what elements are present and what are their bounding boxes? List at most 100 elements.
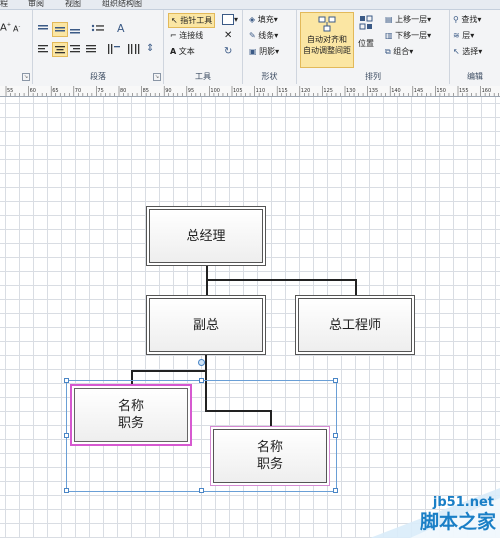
arrange-group: 自动对齐和 自动调整间距 位置 ▤ 上移一层▾ ▥ 下移一层▾ ⧉ 组合▾ 排列	[297, 10, 450, 84]
indent-icon[interactable]	[107, 43, 121, 55]
org-box-inner: 总工程师	[298, 298, 412, 352]
bullets-icon[interactable]	[91, 24, 105, 34]
shadow-button[interactable]: ▣ 阴影▾	[249, 46, 279, 57]
shrink-font-icon[interactable]: A-	[13, 24, 20, 34]
resize-handle[interactable]	[199, 378, 204, 383]
resize-handle[interactable]	[64, 378, 69, 383]
ruler-tick-label: 130	[346, 88, 356, 94]
org-box-name: 名称	[256, 440, 283, 455]
layer-label: 层	[462, 31, 471, 40]
org-box-chief-engineer[interactable]: 总工程师	[295, 295, 415, 355]
ruler-tick-label: 125	[323, 88, 333, 94]
paragraph-dialog-launcher-icon[interactable]: ↘	[153, 73, 161, 81]
auto-align-label-2: 自动调整间距	[303, 46, 351, 55]
org-box-title: 职务	[117, 416, 144, 431]
rectangle-shape-button[interactable]: ▾	[222, 14, 238, 25]
align-right-icon[interactable]	[69, 44, 81, 54]
ruler-scale: 55 60 65 70 75 80 85 90 95 100 105 110 115 120 125 130 1…	[5, 86, 499, 96]
text-tool-button[interactable]: A 文本	[170, 46, 195, 57]
tools-group-label: 工具	[195, 72, 211, 81]
group-button[interactable]: ⧉ 组合▾	[385, 46, 413, 57]
tab-view[interactable]: 视图	[65, 0, 81, 9]
line-button[interactable]: ✎ 线条▾	[249, 30, 278, 41]
layer-button[interactable]: ≋ 层▾	[453, 30, 474, 41]
grow-font-icon[interactable]: A+	[0, 22, 11, 33]
org-box-staff-2[interactable]: 名称 职务	[210, 426, 330, 486]
tab-org-chart[interactable]: 组织结构图	[102, 0, 142, 9]
ruler-tick-label: 80	[120, 88, 126, 94]
resize-handle[interactable]	[199, 488, 204, 493]
org-box-label: 总经理	[186, 228, 226, 244]
org-box-label: 副总	[192, 317, 219, 333]
ruler-tick-label: 70	[75, 88, 81, 94]
auto-align-label-1: 自动对齐和	[307, 35, 347, 44]
ruler-tick-label: 65	[52, 88, 58, 94]
edit-group: ⚲ 查找▾ ≋ 层▾ ↖ 选择▾ 编辑	[450, 10, 500, 84]
ruler-tick-label: 85	[143, 88, 149, 94]
resize-handle[interactable]	[64, 488, 69, 493]
select-button[interactable]: ↖ 选择▾	[453, 46, 482, 57]
justify-icon[interactable]	[85, 44, 97, 54]
ruler-tick-label: 140	[391, 88, 401, 94]
fill-icon: ◈	[249, 15, 256, 24]
position-button[interactable]: 位置	[358, 14, 374, 49]
select-icon: ↖	[453, 47, 460, 56]
ribbon-tabs: 程 审阅 视图 组织结构图	[0, 0, 500, 10]
org-box-general-manager[interactable]: 总经理	[146, 206, 266, 266]
org-box-staff-1[interactable]: 名称 职务	[70, 384, 192, 446]
bring-forward-icon: ▤	[385, 15, 393, 24]
pointer-tool-button[interactable]: ↖ 指针工具	[168, 13, 216, 28]
bring-forward-label: 上移一层	[395, 15, 428, 24]
send-backward-button[interactable]: ▥ 下移一层▾	[385, 30, 431, 41]
resize-handle[interactable]	[333, 433, 338, 438]
org-box-inner: 名称 职务	[213, 429, 327, 483]
pointer-tool-label: 指针工具	[180, 16, 213, 25]
connector-line[interactable]	[206, 279, 356, 281]
font-group: A+ A- ↘	[0, 10, 33, 84]
align-left-icon[interactable]	[37, 44, 49, 54]
close-x-icon[interactable]: ✕	[224, 30, 232, 41]
connector-button[interactable]: ⌐ 连接线	[170, 30, 203, 41]
watermark: jb51.net 脚本之家	[350, 488, 500, 538]
connector-line[interactable]	[206, 265, 208, 297]
align-middle-icon[interactable]	[52, 22, 68, 37]
find-label: 查找	[461, 15, 478, 24]
rotation-handle[interactable]	[198, 359, 205, 366]
ruler-tick-label: 105	[233, 88, 243, 94]
resize-handle[interactable]	[64, 433, 69, 438]
position-icon	[359, 15, 373, 30]
ruler-tick-label: 160	[482, 88, 492, 94]
tab-review[interactable]: 审阅	[28, 0, 44, 9]
paragraph-spacing-icon[interactable]: ⇕	[146, 43, 154, 54]
rotate-icon[interactable]: ↻	[224, 46, 232, 57]
ruler-tick-label: 145	[414, 88, 424, 94]
align-bottom-icon[interactable]	[69, 24, 81, 34]
text-direction-icon[interactable]: A	[117, 22, 125, 35]
ruler-tick-label: 135	[369, 88, 379, 94]
drawing-canvas[interactable]: 总经理 副总 总工程师 名称 职务 名称 职务 jb51.net 脚本之家	[0, 97, 500, 538]
select-label: 选择	[462, 47, 479, 56]
org-box-name: 名称	[117, 399, 144, 414]
org-box-inner: 副总	[149, 298, 263, 352]
align-center-icon[interactable]	[52, 42, 68, 57]
shape-group: ◈ 填充▾ ✎ 线条▾ ▣ 阴影▾ 形状	[243, 10, 297, 84]
align-top-icon[interactable]	[37, 24, 49, 34]
connector-line[interactable]	[131, 370, 207, 372]
resize-handle[interactable]	[333, 488, 338, 493]
font-dialog-launcher-icon[interactable]: ↘	[22, 73, 30, 81]
ruler-tick-label: 100	[210, 88, 220, 94]
outdent-icon[interactable]	[127, 43, 141, 55]
layers-icon: ≋	[453, 31, 460, 40]
org-box-vice-president[interactable]: 副总	[146, 295, 266, 355]
bring-forward-button[interactable]: ▤ 上移一层▾	[385, 14, 431, 25]
ruler-tick-label: 90	[165, 88, 171, 94]
tab-program[interactable]: 程	[0, 0, 8, 9]
fill-button[interactable]: ◈ 填充▾	[249, 14, 278, 25]
auto-align-icon	[318, 16, 336, 32]
line-icon: ✎	[249, 31, 256, 40]
auto-align-button[interactable]: 自动对齐和 自动调整间距	[300, 12, 354, 68]
resize-handle[interactable]	[333, 378, 338, 383]
find-button[interactable]: ⚲ 查找▾	[453, 14, 481, 25]
ruler-tick-label: 155	[459, 88, 469, 94]
org-box-title: 职务	[256, 457, 283, 472]
